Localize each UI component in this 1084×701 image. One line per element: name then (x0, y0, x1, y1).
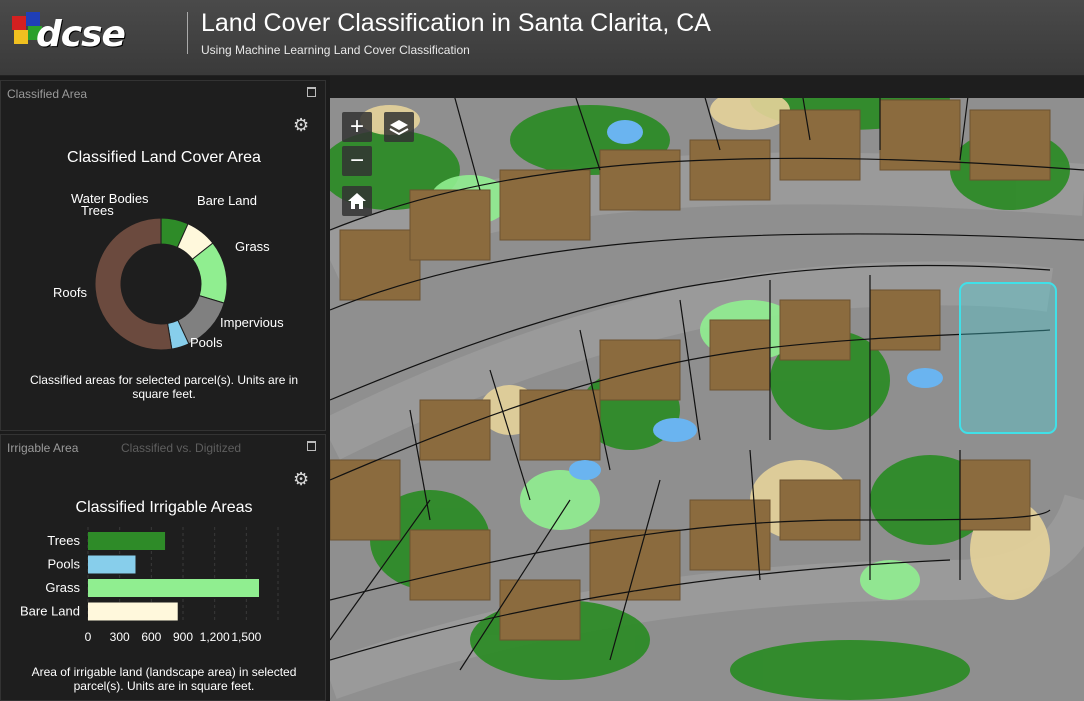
app-subtitle: Using Machine Learning Land Cover Classi… (201, 43, 470, 57)
bar-pools[interactable] (88, 555, 136, 574)
selected-parcel (959, 282, 1057, 434)
dcse-logo: dcse (10, 12, 170, 56)
tab-classified-vs-digitized[interactable]: Classified vs. Digitized (121, 441, 241, 455)
donut-label: Bare Land (197, 193, 257, 208)
gear-icon[interactable]: ⚙ (293, 469, 309, 490)
zoom-out-button[interactable]: − (342, 146, 372, 176)
home-button[interactable] (342, 186, 372, 216)
irrigable-bar-chart: Trees Pools Grass Bare Land 0 300 600 900 1,200 1… (20, 527, 279, 644)
bar-label: Trees (47, 533, 80, 548)
x-tick-label: 300 (110, 630, 130, 644)
donut-label: Trees (81, 203, 114, 218)
classified-area-panel: Classified Area ⚙ Classified Land Cover … (0, 80, 326, 431)
chart-caption: Area of irrigable land (landscape area) … (31, 665, 297, 693)
x-tick-label: 0 (85, 630, 92, 644)
x-tick-label: 1,500 (231, 630, 261, 644)
layers-icon (389, 120, 409, 136)
donut-slice-roofs[interactable] (94, 217, 173, 351)
x-tick-label: 900 (173, 630, 193, 644)
bar-grass[interactable] (88, 579, 259, 597)
maximize-icon[interactable] (307, 87, 316, 97)
tab-irrigable-area[interactable]: Irrigable Area (7, 441, 78, 455)
layers-button[interactable] (384, 112, 414, 142)
app-title: Land Cover Classification in Santa Clari… (201, 9, 711, 37)
donut-label: Pools (190, 335, 223, 350)
irrigable-area-panel: Irrigable Area Classified vs. Digitized … (0, 434, 326, 701)
bar-trees[interactable] (88, 532, 166, 550)
map-top-bar (330, 76, 1084, 98)
chart-title: Classified Irrigable Areas (75, 499, 253, 516)
land-cover-donut-chart: Water BodiesTreesBare LandGrassImperviou… (53, 191, 284, 351)
aerial-imagery (330, 80, 1084, 701)
home-icon (348, 193, 366, 209)
gear-icon[interactable]: ⚙ (293, 115, 309, 136)
x-tick-label: 600 (141, 630, 161, 644)
chart-caption: Classified areas for selected parcel(s).… (29, 373, 299, 401)
map-view[interactable]: + − (330, 80, 1084, 701)
maximize-icon[interactable] (307, 441, 316, 451)
donut-label: Grass (235, 239, 270, 254)
donut-label: Roofs (53, 285, 87, 300)
bar-bare-land[interactable] (88, 602, 178, 621)
x-tick-label: 1,200 (200, 630, 230, 644)
donut-label: Impervious (220, 315, 284, 330)
bar-label: Bare Land (20, 604, 80, 619)
bar-label: Pools (47, 557, 80, 572)
tab-classified-area[interactable]: Classified Area (7, 87, 87, 101)
bar-label: Grass (45, 580, 80, 595)
zoom-in-button[interactable]: + (342, 112, 372, 142)
chart-title: Classified Land Cover Area (67, 149, 261, 166)
app-header: dcse Land Cover Classification in Santa … (0, 0, 1084, 76)
